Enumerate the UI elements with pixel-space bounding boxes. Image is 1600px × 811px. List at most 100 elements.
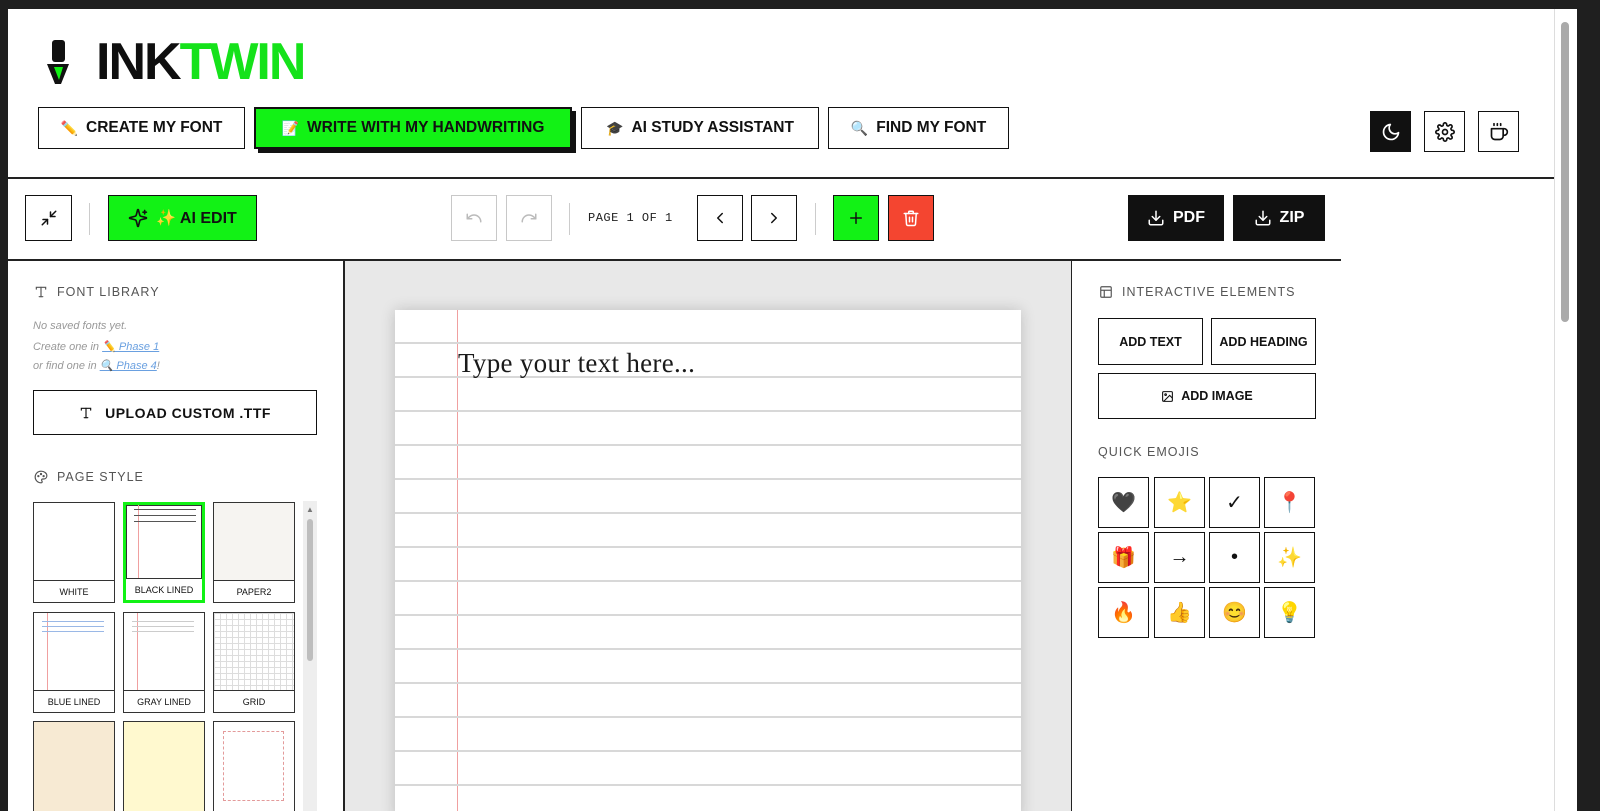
nav-label: WRITE WITH MY HANDWRITING — [307, 119, 545, 136]
page-rule — [395, 546, 1021, 548]
style-card-grid[interactable]: GRID — [213, 612, 295, 713]
header-divider — [8, 177, 1577, 179]
ai-edit-label: ✨ AI EDIT — [156, 210, 237, 227]
nav-ai-study-assistant[interactable]: 🎓 AI STUDY ASSISTANT — [581, 107, 819, 149]
layout-icon — [1100, 286, 1112, 298]
writing-page[interactable]: Type your text here... — [395, 310, 1021, 811]
prev-page-button[interactable] — [697, 195, 743, 241]
download-icon — [1255, 210, 1271, 226]
page-rule — [395, 682, 1021, 684]
phase-4-link[interactable]: 🔍 Phase 4 — [100, 360, 157, 372]
emoji-smile[interactable]: 😊 — [1209, 587, 1260, 638]
scroll-up-arrow-icon[interactable]: ▲ — [306, 505, 314, 514]
emoji-fire[interactable]: 🔥 — [1098, 587, 1149, 638]
style-list-scroll-thumb[interactable] — [307, 519, 313, 661]
toolbar-separator — [815, 203, 816, 235]
page-scroll-thumb[interactable] — [1561, 22, 1569, 322]
nav-label: FIND MY FONT — [876, 119, 987, 136]
next-page-button[interactable] — [751, 195, 797, 241]
star-icon: ⭐ — [1167, 492, 1192, 514]
style-card-gray-lined[interactable]: GRAY LINED — [123, 612, 205, 713]
upload-ttf-button[interactable]: UPLOAD CUSTOM .TTF — [33, 390, 317, 435]
pin-icon: 📍 — [1277, 492, 1302, 514]
emoji-star[interactable]: ⭐ — [1154, 477, 1205, 528]
add-image-label: ADD IMAGE — [1181, 389, 1253, 403]
black-heart-icon: 🖤 — [1111, 492, 1136, 514]
zip-label: ZIP — [1279, 209, 1305, 226]
dashed-preview — [214, 722, 294, 811]
redo-button[interactable] — [506, 195, 552, 241]
blue-lined-preview — [34, 613, 114, 690]
type-icon — [80, 407, 92, 418]
emoji-gift[interactable]: 🎁 — [1098, 532, 1149, 583]
page-style-heading: PAGE STYLE — [34, 470, 144, 484]
page-rule — [395, 512, 1021, 514]
gray-lined-preview — [124, 613, 204, 690]
emoji-sparkles[interactable]: ✨ — [1264, 532, 1315, 583]
font-library-title: FONT LIBRARY — [57, 285, 160, 299]
emoji-arrow[interactable]: → — [1154, 532, 1205, 583]
sparkles-icon: ✨ — [1277, 547, 1302, 569]
style-card-black-lined[interactable]: BLACK LINED — [123, 502, 205, 603]
download-zip-button[interactable]: ZIP — [1233, 195, 1325, 241]
style-card-label: BLACK LINED — [126, 578, 202, 600]
style-card-dashed[interactable] — [213, 721, 295, 811]
emoji-lightbulb[interactable]: 💡 — [1264, 587, 1315, 638]
nav-write-with-my-handwriting[interactable]: 📝 WRITE WITH MY HANDWRITING — [254, 107, 572, 149]
white-preview — [34, 503, 114, 580]
settings-button[interactable] — [1424, 111, 1465, 152]
style-card-yellow[interactable] — [123, 721, 205, 811]
add-image-button[interactable]: ADD IMAGE — [1098, 373, 1316, 419]
arrow-right-icon: → — [1169, 546, 1190, 568]
toolbar-separator — [89, 203, 90, 235]
find-hint-suffix: ! — [156, 360, 160, 372]
type-icon — [35, 286, 47, 298]
page-rule — [395, 444, 1021, 446]
black-lined-preview — [126, 505, 202, 578]
pencil-icon: ✏️ — [60, 119, 79, 136]
font-library-empty-text: No saved fonts yet. — [33, 320, 128, 332]
moon-icon — [1382, 123, 1399, 140]
nav-label: CREATE MY FONT — [86, 119, 223, 136]
page-rule — [395, 410, 1021, 412]
download-pdf-button[interactable]: PDF — [1128, 195, 1224, 241]
smile-icon: 😊 — [1222, 602, 1247, 624]
style-card-blue-lined[interactable]: BLUE LINED — [33, 612, 115, 713]
style-card-paper2[interactable]: PAPER2 — [213, 502, 295, 603]
undo-button[interactable] — [451, 195, 497, 241]
style-card-label: PAPER2 — [214, 580, 294, 602]
style-card-label: GRID — [214, 690, 294, 712]
nav-label: AI STUDY ASSISTANT — [631, 119, 794, 136]
nav-create-my-font[interactable]: ✏️ CREATE MY FONT — [38, 107, 245, 149]
support-coffee-button[interactable] — [1478, 111, 1519, 152]
palette-icon — [34, 470, 48, 484]
page-rule — [395, 784, 1021, 786]
style-card-beige[interactable] — [33, 721, 115, 811]
app-window: INKTWIN ✏️ CREATE MY FONT 📝 WRITE WITH M… — [8, 9, 1577, 811]
collapse-button[interactable] — [25, 195, 72, 241]
dark-mode-button[interactable] — [1370, 111, 1411, 152]
emoji-check[interactable]: ✓ — [1209, 477, 1260, 528]
ai-edit-button[interactable]: ✨ AI EDIT — [108, 195, 257, 241]
nav-find-my-font[interactable]: 🔍 FIND MY FONT — [828, 107, 1009, 149]
bullet-icon: • — [1230, 546, 1238, 568]
style-card-label: BLUE LINED — [34, 690, 114, 712]
chevron-left-icon — [717, 212, 723, 224]
add-text-button[interactable]: ADD TEXT — [1098, 318, 1203, 365]
delete-page-button[interactable] — [888, 195, 934, 241]
phase-1-link[interactable]: ✏️ Phase 1 — [102, 341, 159, 353]
font-library-find-hint: or find one in 🔍 Phase 4! — [33, 359, 160, 372]
add-page-button[interactable] — [833, 195, 879, 241]
quick-emojis-title: QUICK EMOJIS — [1098, 445, 1200, 459]
text-editor-placeholder[interactable]: Type your text here... — [458, 348, 695, 379]
emoji-bullet[interactable]: • — [1209, 532, 1260, 583]
font-library-create-hint: Create one in ✏️ Phase 1 — [33, 340, 159, 353]
style-card-white[interactable]: WHITE — [33, 502, 115, 603]
emoji-heart[interactable]: 🖤 — [1098, 477, 1149, 528]
style-card-label: WHITE — [34, 580, 114, 602]
paper2-preview — [214, 503, 294, 580]
redo-icon — [521, 213, 537, 223]
emoji-thumbs-up[interactable]: 👍 — [1154, 587, 1205, 638]
add-heading-button[interactable]: ADD HEADING — [1211, 318, 1316, 365]
emoji-pin[interactable]: 📍 — [1264, 477, 1315, 528]
